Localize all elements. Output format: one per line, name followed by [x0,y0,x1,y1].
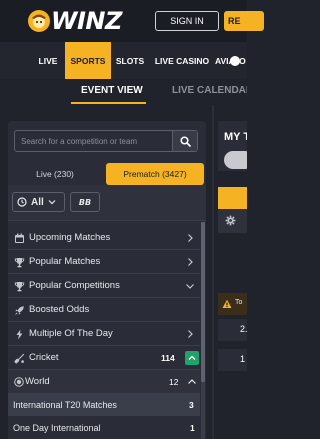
competition-label: One Day International [13,423,101,433]
menu-label: Multiple Of The Day [29,328,113,339]
sport-label: Cricket [29,352,59,363]
competition-row[interactable]: One Day International 1 [8,417,200,439]
competition-label: International T20 Matches [13,400,117,410]
time-filter-value: All [31,196,44,208]
menu-popular-competitions[interactable]: Popular Competitions [8,274,200,298]
warning-row: To [218,293,247,315]
region-count: 12 [169,376,179,387]
chevron-up-icon [188,379,196,384]
logo-mascot-icon [28,10,50,32]
menu-label: Popular Matches [29,256,101,267]
nav-slots[interactable]: SLOTS [113,42,147,79]
warning-text: To [235,299,243,306]
filter-row: All BB [8,185,206,221]
cricket-bat-icon [12,351,26,365]
trophy-icon [12,255,26,269]
menu-upcoming-matches[interactable]: Upcoming Matches [8,226,200,250]
search-input[interactable] [15,131,173,151]
sport-count: 114 [161,352,175,363]
scrollbar[interactable] [201,222,205,439]
betslip-pane: MY T To 2. 1 [218,121,247,439]
nav-sports[interactable]: SPORTS [65,42,111,79]
active-tab-indicator [71,102,146,104]
scrollbar-thumb[interactable] [201,222,205,382]
register-button[interactable]: RE [224,11,264,31]
globe-icon [12,375,26,389]
bet-builder-button[interactable]: BB [70,192,100,212]
main-nav: LIVE SPORTS SLOTS LIVE CASINO AVIATO [0,42,247,79]
logo[interactable]: WINZ [28,7,122,35]
tab-live-calendar[interactable]: LIVE CALENDAR [172,85,247,96]
sports-sidebar: Live (230) Prematch (3427) All BB Upcomi… [8,121,206,439]
search-box [14,130,198,152]
menu-boosted-odds[interactable]: Boosted Odds [8,298,200,322]
chevron-up-icon [188,355,196,360]
nav-live-casino[interactable]: LIVE CASINO [152,42,212,79]
sub-nav: EVENT VIEW LIVE CALENDAR [0,79,247,105]
stake-value: 2. [240,324,247,334]
tab-event-view[interactable]: EVENT VIEW [81,85,143,96]
region-world[interactable]: World 12 [8,370,200,394]
chevron-right-icon [188,330,193,338]
sign-in-button[interactable]: SIGN IN [155,11,219,31]
pane-divider [212,105,214,439]
search-button[interactable] [172,131,197,151]
chevron-right-icon [188,258,193,266]
odds-row: 1 [218,349,247,371]
region-label: World [25,376,50,387]
menu-label: Upcoming Matches [29,232,111,243]
betslip-toggle[interactable] [224,151,247,169]
menu-multiple-of-the-day[interactable]: Multiple Of The Day [8,322,200,346]
rocket-icon [12,303,26,317]
betslip-title: MY T [224,131,247,143]
calendar-icon [12,231,26,245]
warning-icon [222,299,232,308]
betslip-settings-row[interactable] [218,209,247,233]
nav-more-icon[interactable] [230,56,240,66]
time-filter-select[interactable]: All [12,192,65,212]
nav-live[interactable]: LIVE [33,42,63,79]
menu-label: Popular Competitions [29,280,120,291]
search-icon [179,135,191,147]
competition-count: 1 [190,423,195,433]
chevron-down-icon [186,284,194,289]
chevron-down-icon [48,200,56,205]
betslip-header: MY T [218,121,247,171]
stake-row: 2. [218,319,247,341]
betslip-tab-active[interactable] [218,187,247,209]
trophy-icon [12,279,26,293]
competition-row[interactable]: International T20 Matches 3 [8,394,200,416]
menu-popular-matches[interactable]: Popular Matches [8,250,200,274]
clock-icon [17,197,27,207]
tab-prematch[interactable]: Prematch (3427) [106,163,204,185]
logo-text: WINZ [51,7,122,35]
competition-count: 3 [189,400,194,410]
tab-live[interactable]: Live (230) [8,163,102,185]
bolt-icon [12,327,26,341]
chevron-right-icon [188,234,193,242]
odds-value: 1 [240,354,246,364]
gear-icon [225,215,236,226]
top-bar: WINZ SIGN IN RE [0,0,264,42]
menu-label: Boosted Odds [29,304,90,315]
collapse-button[interactable] [185,351,199,365]
sport-cricket[interactable]: Cricket 114 [8,346,200,370]
